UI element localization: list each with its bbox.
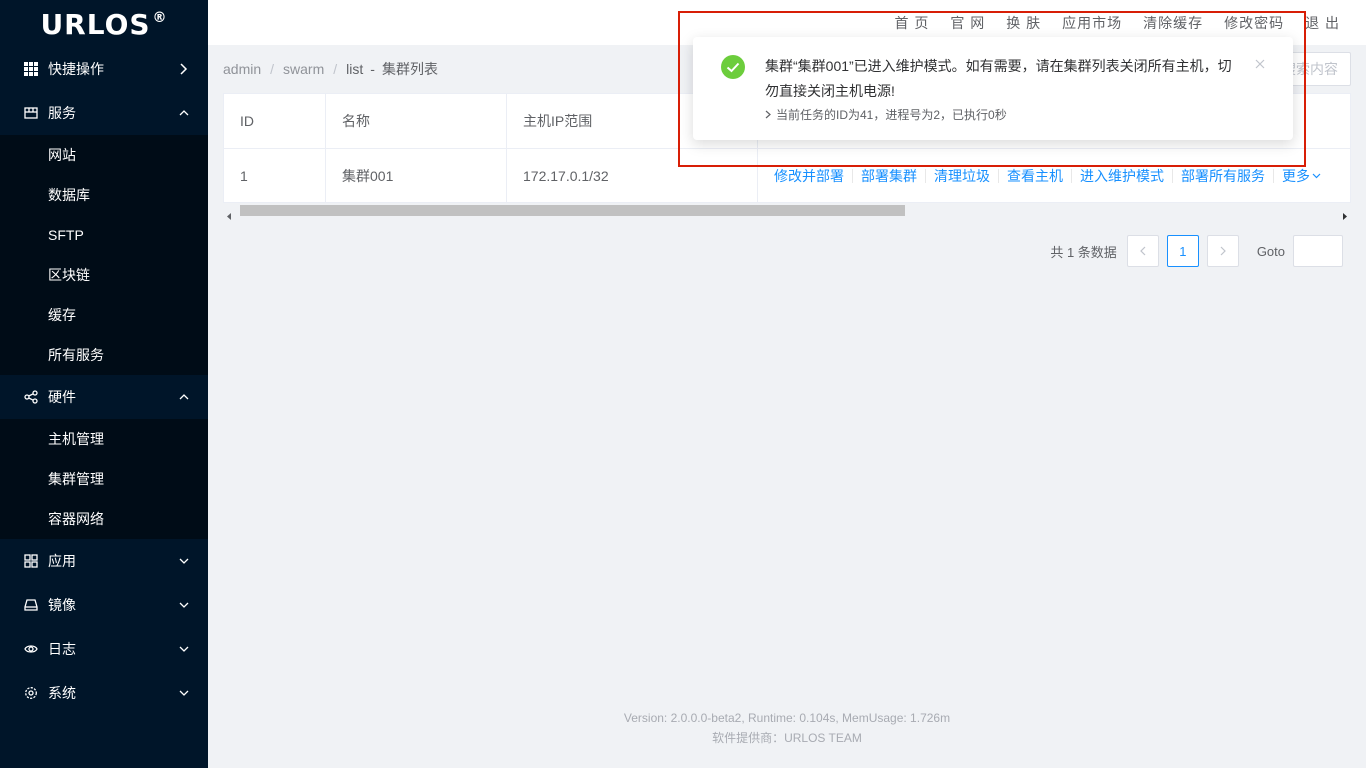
menu-service[interactable]: 服务 xyxy=(0,91,208,135)
eye-icon xyxy=(24,642,38,656)
page-title: 集群列表 xyxy=(381,61,438,77)
action-enter-maintenance[interactable]: 进入维护模式 xyxy=(1080,166,1164,186)
sidebar: URLOS ® 快捷操作 服务 网站 数据库 SFTP 区块链 缓存 所有服务 硬… xyxy=(0,0,208,768)
sidebar-item-hosts[interactable]: 主机管理 xyxy=(0,419,208,459)
header-id: ID xyxy=(224,94,326,148)
nav-change-password[interactable]: 修改密码 xyxy=(1224,13,1284,33)
menu-system-label: 系统 xyxy=(48,685,76,701)
menu-image-label: 镜像 xyxy=(48,597,76,613)
menu-app-label: 应用 xyxy=(48,553,76,569)
goto-label: Goto xyxy=(1256,243,1285,259)
submenu-hardware: 主机管理 集群管理 容器网络 xyxy=(0,419,208,539)
menu-service-label: 服务 xyxy=(48,105,76,121)
grid-icon xyxy=(24,62,38,76)
sidebar-item-all-services[interactable]: 所有服务 xyxy=(0,335,208,375)
menu-system[interactable]: 系统 xyxy=(0,671,208,715)
scroll-left-icon[interactable] xyxy=(227,207,232,223)
table-row: 1 集群001 172.17.0.1/32 修改并部署 部署集群 清理垃圾 查看… xyxy=(224,148,1350,202)
chevron-left-icon xyxy=(1139,246,1146,256)
footer-version: Version: 2.0.0.0-beta2, Runtime: 0.104s,… xyxy=(623,711,951,725)
footer-vendor: 软件提供商：URLOS TEAM xyxy=(712,731,862,745)
pagination: 共 1 条数据 1 Goto xyxy=(1050,235,1343,267)
page-button[interactable]: 1 xyxy=(1166,235,1199,267)
chevron-down-icon xyxy=(1312,173,1321,179)
nav-skin[interactable]: 换 肤 xyxy=(1006,13,1041,33)
cell-id: 1 xyxy=(224,149,326,202)
notification-title: 集群“集群001”已进入维护模式。如有需要，请在集群列表关闭所有主机，切勿直接关… xyxy=(765,58,1232,99)
chevron-right-icon xyxy=(178,63,190,75)
store-icon xyxy=(24,106,38,120)
notification: 集群“集群001”已进入维护模式。如有需要，请在集群列表关闭所有主机，切勿直接关… xyxy=(693,37,1293,140)
chevron-down-icon xyxy=(178,687,190,699)
chevron-down-icon xyxy=(178,555,190,567)
logo-text: URLOS xyxy=(40,7,151,41)
menu-log-label: 日志 xyxy=(48,641,76,657)
check-circle-icon xyxy=(721,55,745,79)
logo-mark: ® xyxy=(152,10,168,26)
total-count: 共 1 条数据 xyxy=(1050,244,1117,260)
action-more[interactable]: 更多 xyxy=(1282,166,1321,186)
sidebar-item-database[interactable]: 数据库 xyxy=(0,175,208,215)
goto-input[interactable] xyxy=(1293,235,1343,267)
scroll-right-icon[interactable] xyxy=(1342,207,1347,223)
chevron-down-icon xyxy=(178,643,190,655)
menu-hardware[interactable]: 硬件 xyxy=(0,375,208,419)
menu-hardware-label: 硬件 xyxy=(48,389,76,405)
nav-logout[interactable]: 退 出 xyxy=(1305,13,1340,33)
cell-ip-range: 172.17.0.1/32 xyxy=(507,149,758,202)
nav-home[interactable]: 首 页 xyxy=(894,13,929,33)
nav-clear-cache[interactable]: 清除缓存 xyxy=(1143,13,1203,33)
action-modify-deploy[interactable]: 修改并部署 xyxy=(774,166,844,186)
breadcrumb: admin / swarm / list - 集群列表 xyxy=(223,60,438,78)
sidebar-item-container-network[interactable]: 容器网络 xyxy=(0,499,208,539)
action-clean-garbage[interactable]: 清理垃圾 xyxy=(934,166,990,186)
chevron-up-icon xyxy=(178,107,190,119)
horizontal-scrollbar[interactable] xyxy=(223,203,1351,220)
drive-icon xyxy=(24,598,38,612)
sidebar-item-blockchain[interactable]: 区块链 xyxy=(0,255,208,295)
submenu-service: 网站 数据库 SFTP 区块链 缓存 所有服务 xyxy=(0,135,208,375)
action-deploy-cluster[interactable]: 部署集群 xyxy=(861,166,917,186)
breadcrumb-admin[interactable]: admin xyxy=(223,61,261,77)
prev-page-button[interactable] xyxy=(1126,235,1159,267)
breadcrumb-separator: / xyxy=(333,61,338,77)
breadcrumb-swarm[interactable]: swarm xyxy=(283,61,324,77)
notification-detail-text: 当前任务的ID为41，进程号为2，已执行0秒 xyxy=(776,108,1007,122)
menu-quick-actions-label: 快捷操作 xyxy=(48,61,104,77)
menu-log[interactable]: 日志 xyxy=(0,627,208,671)
chevron-down-icon xyxy=(178,599,190,611)
sidebar-item-clusters[interactable]: 集群管理 xyxy=(0,459,208,499)
close-icon[interactable] xyxy=(1249,53,1271,75)
next-page-button[interactable] xyxy=(1206,235,1239,267)
sidebar-item-cache[interactable]: 缓存 xyxy=(0,295,208,335)
caret-right-icon xyxy=(765,110,771,119)
cell-name: 集群001 xyxy=(326,149,507,202)
cell-operations: 修改并部署 部署集群 清理垃圾 查看主机 进入维护模式 部署所有服务 更多 xyxy=(758,149,1350,202)
chevron-right-icon xyxy=(1220,246,1226,256)
nav-official-site[interactable]: 官 网 xyxy=(950,13,985,33)
scrollbar-thumb[interactable] xyxy=(240,205,905,216)
breadcrumb-dash: - xyxy=(370,61,375,77)
nav-app-market[interactable]: 应用市场 xyxy=(1062,13,1122,33)
share-icon xyxy=(24,390,38,404)
menu-app[interactable]: 应用 xyxy=(0,539,208,583)
action-more-label: 更多 xyxy=(1282,167,1310,184)
sidebar-item-website[interactable]: 网站 xyxy=(0,135,208,175)
sidebar-item-sftp[interactable]: SFTP xyxy=(0,215,208,255)
logo: URLOS ® xyxy=(0,0,208,48)
menu-image[interactable]: 镜像 xyxy=(0,583,208,627)
action-deploy-all-services[interactable]: 部署所有服务 xyxy=(1181,166,1265,186)
footer: Version: 2.0.0.0-beta2, Runtime: 0.104s,… xyxy=(208,708,1366,748)
apps-icon xyxy=(24,554,38,568)
chevron-up-icon xyxy=(178,391,190,403)
breadcrumb-list: list xyxy=(346,61,364,77)
gear-icon xyxy=(24,686,38,700)
notification-detail[interactable]: 当前任务的ID为41，进程号为2，已执行0秒 xyxy=(765,106,1007,123)
breadcrumb-separator: / xyxy=(270,61,275,77)
action-view-hosts[interactable]: 查看主机 xyxy=(1007,166,1063,186)
header-name: 名称 xyxy=(326,94,507,148)
menu-quick-actions[interactable]: 快捷操作 xyxy=(0,47,208,91)
